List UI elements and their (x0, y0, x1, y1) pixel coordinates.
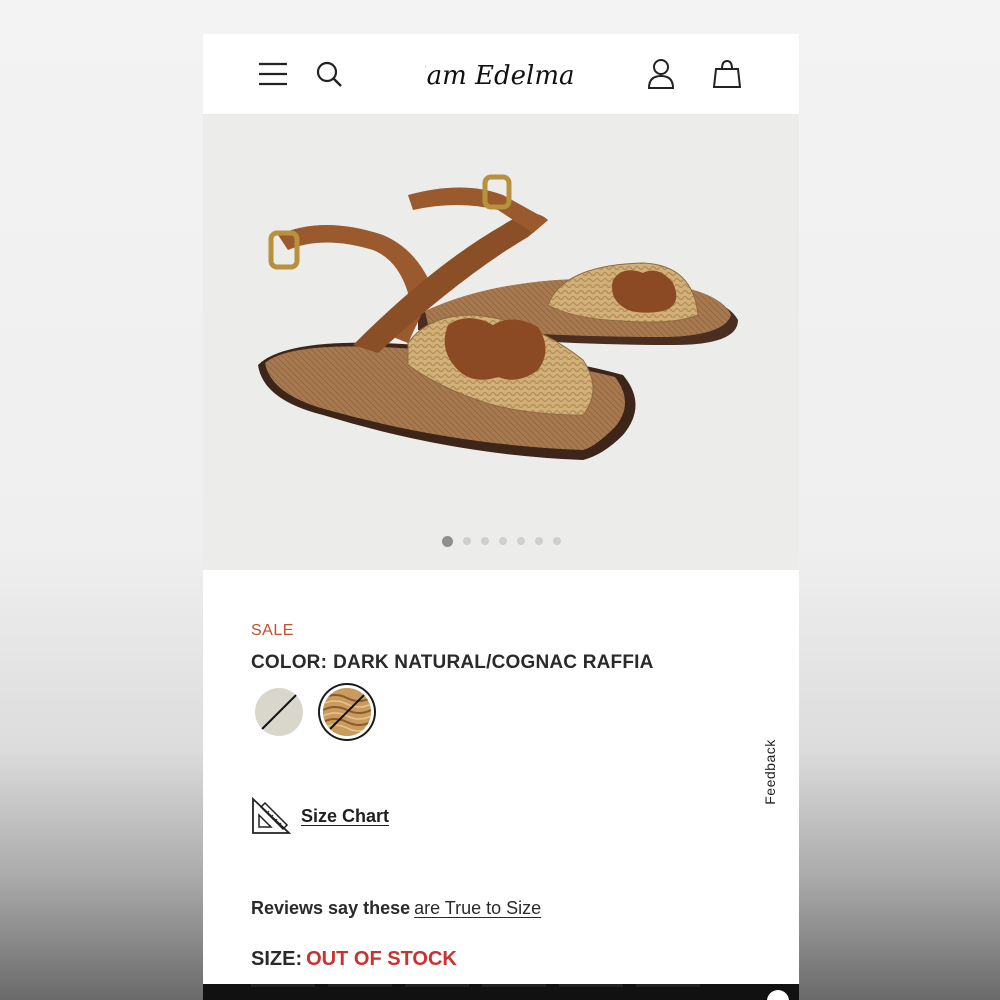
feedback-tab[interactable]: Feedback (760, 734, 780, 814)
size-status: SIZE: OUT OF STOCK (251, 948, 457, 971)
color-swatch-light-natural[interactable] (255, 688, 303, 736)
out-of-stock-label: OUT OF STOCK (306, 948, 457, 970)
true-to-size-link[interactable]: are True to Size (414, 898, 541, 918)
gallery-dot[interactable] (534, 537, 543, 545)
sticky-bottom-bar (203, 984, 799, 1000)
search-icon[interactable] (311, 56, 347, 92)
unavailable-slash (257, 690, 301, 734)
gallery-dot[interactable] (441, 536, 453, 547)
chat-button[interactable] (767, 990, 789, 1000)
size-label: SIZE: (251, 948, 303, 970)
product-photo[interactable] (203, 115, 799, 570)
account-icon[interactable] (643, 56, 679, 92)
reviews-lead: Reviews say these (251, 898, 411, 918)
menu-icon[interactable] (255, 56, 291, 92)
sale-badge: SALE (251, 622, 294, 639)
product-image-gallery[interactable] (203, 115, 799, 570)
color-label: COLOR: (251, 652, 328, 673)
gallery-dot[interactable] (516, 537, 525, 545)
size-chart-link[interactable]: Size Chart (251, 796, 389, 836)
feedback-label: Feedback (762, 739, 778, 805)
size-chart-label: Size Chart (301, 805, 390, 826)
gallery-dot[interactable] (498, 537, 507, 545)
status-bar (0, 0, 1000, 8)
brand-logo[interactable]: Sam Edelman (425, 52, 575, 96)
color-value: DARK NATURAL/COGNAC RAFFIA (333, 652, 654, 673)
site-header: Sam Edelman (203, 34, 799, 115)
fit-reviews: Reviews say these are True to Size (251, 898, 541, 919)
color-selector-label: COLOR: DARK NATURAL/COGNAC RAFFIA (251, 652, 654, 674)
gallery-dot[interactable] (462, 537, 471, 545)
cart-icon[interactable] (709, 56, 745, 92)
product-page: Sam Edelman (203, 34, 799, 1000)
brand-logo-text: Sam Edelman (425, 61, 575, 91)
ruler-triangle-icon (252, 797, 291, 834)
gallery-dot[interactable] (480, 537, 489, 545)
color-swatch-dark-natural-cognac[interactable] (323, 688, 371, 736)
gallery-pagination (203, 536, 799, 549)
gallery-dot[interactable] (552, 537, 561, 545)
